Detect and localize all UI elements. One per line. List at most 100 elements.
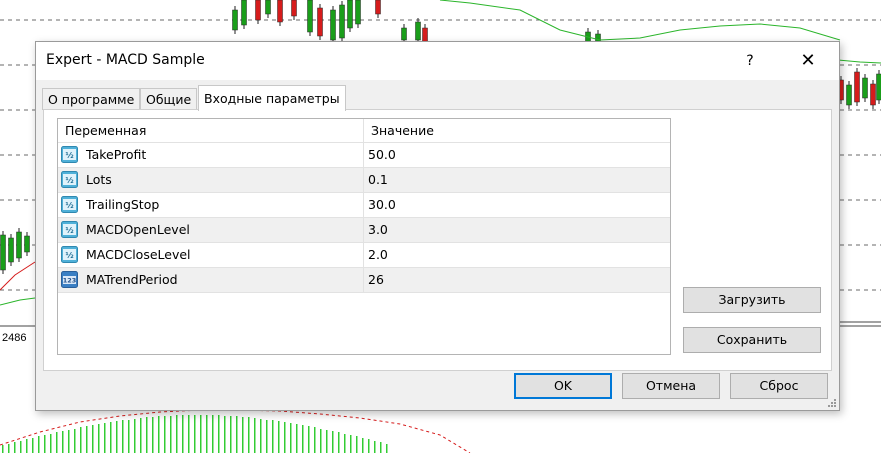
histogram-bar — [200, 415, 202, 453]
histogram-bar — [308, 426, 310, 453]
histogram-bar — [254, 418, 256, 453]
variable-name: MACDCloseLevel — [86, 247, 191, 262]
histogram-bar — [368, 439, 370, 453]
variable-name: TrailingStop — [86, 197, 160, 212]
candle-body — [355, 0, 361, 25]
svg-text:½: ½ — [65, 250, 73, 260]
histogram-bar — [110, 422, 112, 453]
histogram-bar — [68, 430, 70, 453]
histogram-bar — [206, 415, 208, 453]
variable-value[interactable]: 2.0 — [368, 247, 388, 262]
variable-value[interactable]: 3.0 — [368, 222, 388, 237]
histogram-bar — [194, 415, 196, 453]
candle-body — [8, 237, 14, 263]
candle-body — [241, 0, 247, 26]
histogram-bar — [44, 435, 46, 453]
histogram-bar — [242, 417, 244, 453]
histogram-bar — [116, 421, 118, 453]
help-button[interactable]: ? — [736, 48, 764, 74]
table-row[interactable]: ½ Lots 0.1 — [58, 168, 670, 193]
table-row[interactable]: 123 MATrendPeriod 26 — [58, 268, 670, 293]
histogram-bar — [164, 416, 166, 453]
histogram-bar — [344, 434, 346, 453]
load-button[interactable]: Загрузить — [683, 287, 821, 313]
histogram-bar — [140, 418, 142, 453]
close-button[interactable]: ✕ — [792, 48, 824, 74]
histogram-bar — [290, 423, 292, 453]
histogram-bar — [332, 431, 334, 453]
variable-value[interactable]: 30.0 — [368, 197, 396, 212]
histogram-bar — [176, 415, 178, 453]
histogram-bar — [284, 422, 286, 453]
save-button[interactable]: Сохранить — [683, 327, 821, 353]
tab-common[interactable]: Общие — [140, 88, 198, 110]
ok-button[interactable]: OK — [514, 373, 612, 399]
candle-body — [876, 73, 881, 101]
cancel-button[interactable]: Отмена — [622, 373, 720, 399]
histogram-bar — [302, 425, 304, 453]
svg-text:½: ½ — [65, 175, 73, 185]
histogram-bar — [14, 442, 16, 453]
column-header-variable[interactable]: Переменная — [65, 123, 146, 138]
histogram-bar — [80, 427, 82, 453]
table-header: Переменная Значение — [58, 119, 670, 143]
candle-body — [339, 4, 345, 39]
integer-value-icon: 123 — [61, 271, 78, 288]
candle-body — [870, 83, 876, 106]
histogram-bar — [278, 421, 280, 453]
histogram-bar — [32, 438, 34, 453]
histogram-bar — [314, 427, 316, 453]
histogram-bar — [326, 430, 328, 453]
histogram-bar — [188, 415, 190, 453]
histogram-bar — [212, 415, 214, 453]
histogram-bar — [134, 419, 136, 453]
macd-histogram — [2, 415, 388, 453]
histogram-bar — [56, 432, 58, 453]
table-row[interactable]: ½ MACDOpenLevel 3.0 — [58, 218, 670, 243]
table-row[interactable]: ½ MACDCloseLevel 2.0 — [58, 243, 670, 268]
candle-body — [375, 0, 381, 15]
dialog-titlebar: Expert - MACD Sample ? ✕ — [36, 42, 839, 80]
candle-body — [255, 0, 261, 21]
tab-inputs[interactable]: Входные параметры — [198, 85, 346, 111]
reset-button[interactable]: Сброс — [730, 373, 828, 399]
parameters-table[interactable]: Переменная Значение ½ TakeProfit 50.0 ½ Lots… — [57, 118, 671, 355]
histogram-bar — [104, 423, 106, 453]
candle-body — [24, 235, 30, 253]
histogram-bar — [350, 435, 352, 453]
candle-body — [277, 0, 283, 23]
histogram-bar — [86, 426, 88, 453]
histogram-bar — [356, 436, 358, 453]
histogram-bar — [146, 417, 148, 453]
histogram-bar — [386, 444, 388, 453]
expert-dialog: Expert - MACD Sample ? ✕ О программе Общ… — [35, 41, 840, 411]
green-trend-line — [0, 297, 36, 306]
tab-about[interactable]: О программе — [42, 88, 141, 110]
variable-value[interactable]: 50.0 — [368, 147, 396, 162]
candle-body — [16, 231, 22, 259]
table-row[interactable]: ½ TrailingStop 30.0 — [58, 193, 670, 218]
histogram-bar — [272, 420, 274, 453]
candle-body — [347, 0, 353, 29]
signal-dashed-line — [0, 409, 471, 453]
histogram-bar — [2, 445, 4, 453]
histogram-bar — [50, 434, 52, 453]
candle-body — [330, 9, 336, 41]
variable-value[interactable]: 26 — [368, 272, 384, 287]
table-row[interactable]: ½ TakeProfit 50.0 — [58, 143, 670, 168]
column-header-value[interactable]: Значение — [371, 123, 434, 138]
resize-grip-icon[interactable] — [827, 398, 837, 408]
histogram-bar — [260, 419, 262, 453]
variable-value[interactable]: 0.1 — [368, 172, 388, 187]
price-label: 2486 — [2, 332, 26, 344]
candle-body — [846, 84, 852, 106]
double-value-icon: ½ — [61, 196, 78, 213]
histogram-bar — [182, 415, 184, 453]
candle-body — [862, 77, 868, 99]
double-value-icon: ½ — [61, 171, 78, 188]
histogram-bar — [236, 416, 238, 453]
histogram-bar — [38, 436, 40, 453]
histogram-bar — [248, 417, 250, 453]
candle-body — [401, 27, 407, 41]
histogram-bar — [98, 424, 100, 453]
